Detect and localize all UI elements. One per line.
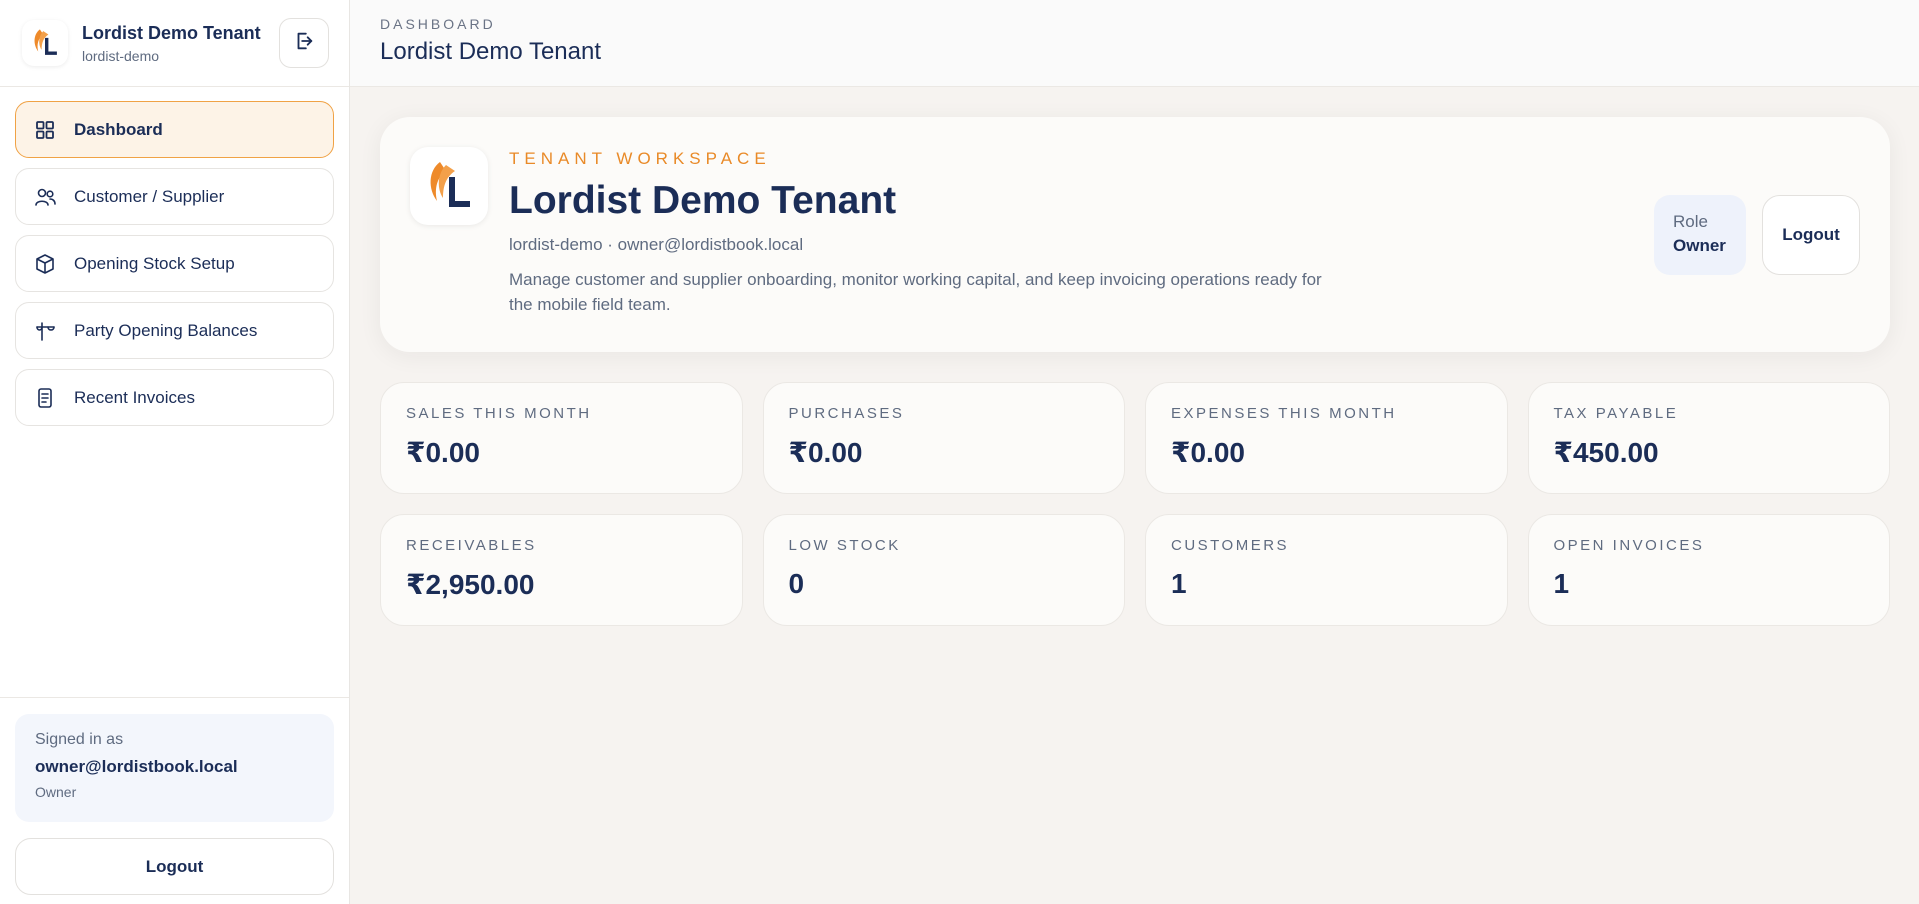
stat-value: ₹0.00	[1171, 437, 1245, 468]
sidebar-item-label: Customer / Supplier	[74, 186, 225, 206]
sidebar-item-label: Recent Invoices	[74, 387, 195, 407]
stat-value: 1	[1171, 568, 1187, 599]
stat-value: ₹0.00	[406, 437, 480, 468]
sidebar-footer: Signed in as owner@lordistbook.local Own…	[0, 697, 349, 904]
receipt-icon	[34, 387, 56, 409]
stat-card-purchases: PURCHASES ₹0.00	[762, 382, 1125, 494]
sidebar-item-customer-supplier[interactable]: Customer / Supplier	[15, 168, 334, 225]
sidebar-item-label: Opening Stock Setup	[74, 253, 235, 273]
stat-label: OPEN INVOICES	[1553, 537, 1705, 554]
stat-label: EXPENSES THIS MONTH	[1171, 405, 1397, 422]
stat-card-open-invoices: OPEN INVOICES 1	[1527, 514, 1890, 626]
stat-label: PURCHASES	[788, 405, 905, 422]
stat-label: CUSTOMERS	[1171, 537, 1290, 554]
stat-card-expenses: EXPENSES THIS MONTH ₹0.00	[1145, 382, 1508, 494]
stat-label: TAX PAYABLE	[1553, 405, 1679, 422]
sidebar-item-opening-stock[interactable]: Opening Stock Setup	[15, 235, 334, 292]
scale-icon	[34, 320, 56, 342]
sidebar-logout-button[interactable]: Logout	[15, 838, 334, 895]
breadcrumb: DASHBOARD	[380, 16, 496, 32]
tenant-hero-card: TENANT WORKSPACE Lordist Demo Tenant lor…	[380, 117, 1890, 352]
hero-logout-button[interactable]: Logout	[1762, 195, 1860, 275]
stat-value: ₹0.00	[788, 437, 863, 468]
main-content: TENANT WORKSPACE Lordist Demo Tenant lor…	[380, 117, 1890, 626]
topbar: DASHBOARD Lordist Demo Tenant	[350, 0, 1919, 87]
lordist-logo-icon	[410, 147, 488, 225]
role-value: Owner	[1673, 236, 1726, 255]
sidebar: Lordist Demo Tenant lordist-demo Dashboa…	[0, 0, 350, 904]
stat-card-sales: SALES THIS MONTH ₹0.00	[380, 382, 743, 494]
users-icon	[34, 186, 56, 208]
sidebar-item-party-balances[interactable]: Party Opening Balances	[15, 302, 334, 359]
brand-title: Lordist Demo Tenant	[82, 22, 261, 43]
role-label: Role	[1673, 212, 1708, 231]
sidebar-item-recent-invoices[interactable]: Recent Invoices	[15, 369, 334, 426]
role-badge: Role Owner	[1654, 195, 1746, 275]
hero-meta: lordist-demo · owner@lordistbook.local	[509, 235, 804, 254]
logout-arrow-icon	[293, 30, 315, 57]
sidebar-nav: Dashboard Customer / Supplier Opening St…	[0, 87, 349, 426]
stat-card-low-stock: LOW STOCK 0	[762, 514, 1125, 626]
hero-eyebrow: TENANT WORKSPACE	[509, 149, 771, 168]
collapse-button[interactable]	[279, 18, 329, 68]
stat-card-tax-payable: TAX PAYABLE ₹450.00	[1527, 382, 1890, 494]
sidebar-item-label: Dashboard	[74, 119, 163, 139]
stats-grid: SALES THIS MONTH ₹0.00 PURCHASES ₹0.00 E…	[380, 382, 1890, 626]
lordist-logo-icon	[22, 20, 68, 66]
stat-card-customers: CUSTOMERS 1	[1145, 514, 1508, 626]
brand-subtitle: lordist-demo	[82, 47, 160, 64]
sidebar-item-label: Party Opening Balances	[74, 320, 258, 340]
stat-card-receivables: RECEIVABLES ₹2,950.00	[380, 514, 743, 626]
hero-title: Lordist Demo Tenant	[509, 179, 897, 222]
stat-label: SALES THIS MONTH	[406, 405, 592, 422]
stat-value: 1	[1553, 568, 1570, 599]
stat-value: ₹2,950.00	[406, 569, 535, 600]
stat-label: LOW STOCK	[788, 537, 901, 554]
page-title: Lordist Demo Tenant	[380, 38, 602, 65]
hero-description: Manage customer and supplier onboarding,…	[509, 270, 1322, 314]
signed-in-label: Signed in as	[35, 731, 124, 748]
signed-in-card: Signed in as owner@lordistbook.local Own…	[15, 714, 334, 822]
box-icon	[34, 253, 56, 275]
signed-in-role: Owner	[35, 784, 77, 800]
stat-value: ₹450.00	[1553, 437, 1659, 468]
stat-value: 0	[788, 568, 805, 599]
stat-label: RECEIVABLES	[406, 537, 537, 554]
signed-in-email: owner@lordistbook.local	[35, 757, 238, 776]
brand-header: Lordist Demo Tenant lordist-demo	[0, 0, 349, 87]
sidebar-item-dashboard[interactable]: Dashboard	[15, 101, 334, 158]
grid-icon	[34, 119, 56, 141]
